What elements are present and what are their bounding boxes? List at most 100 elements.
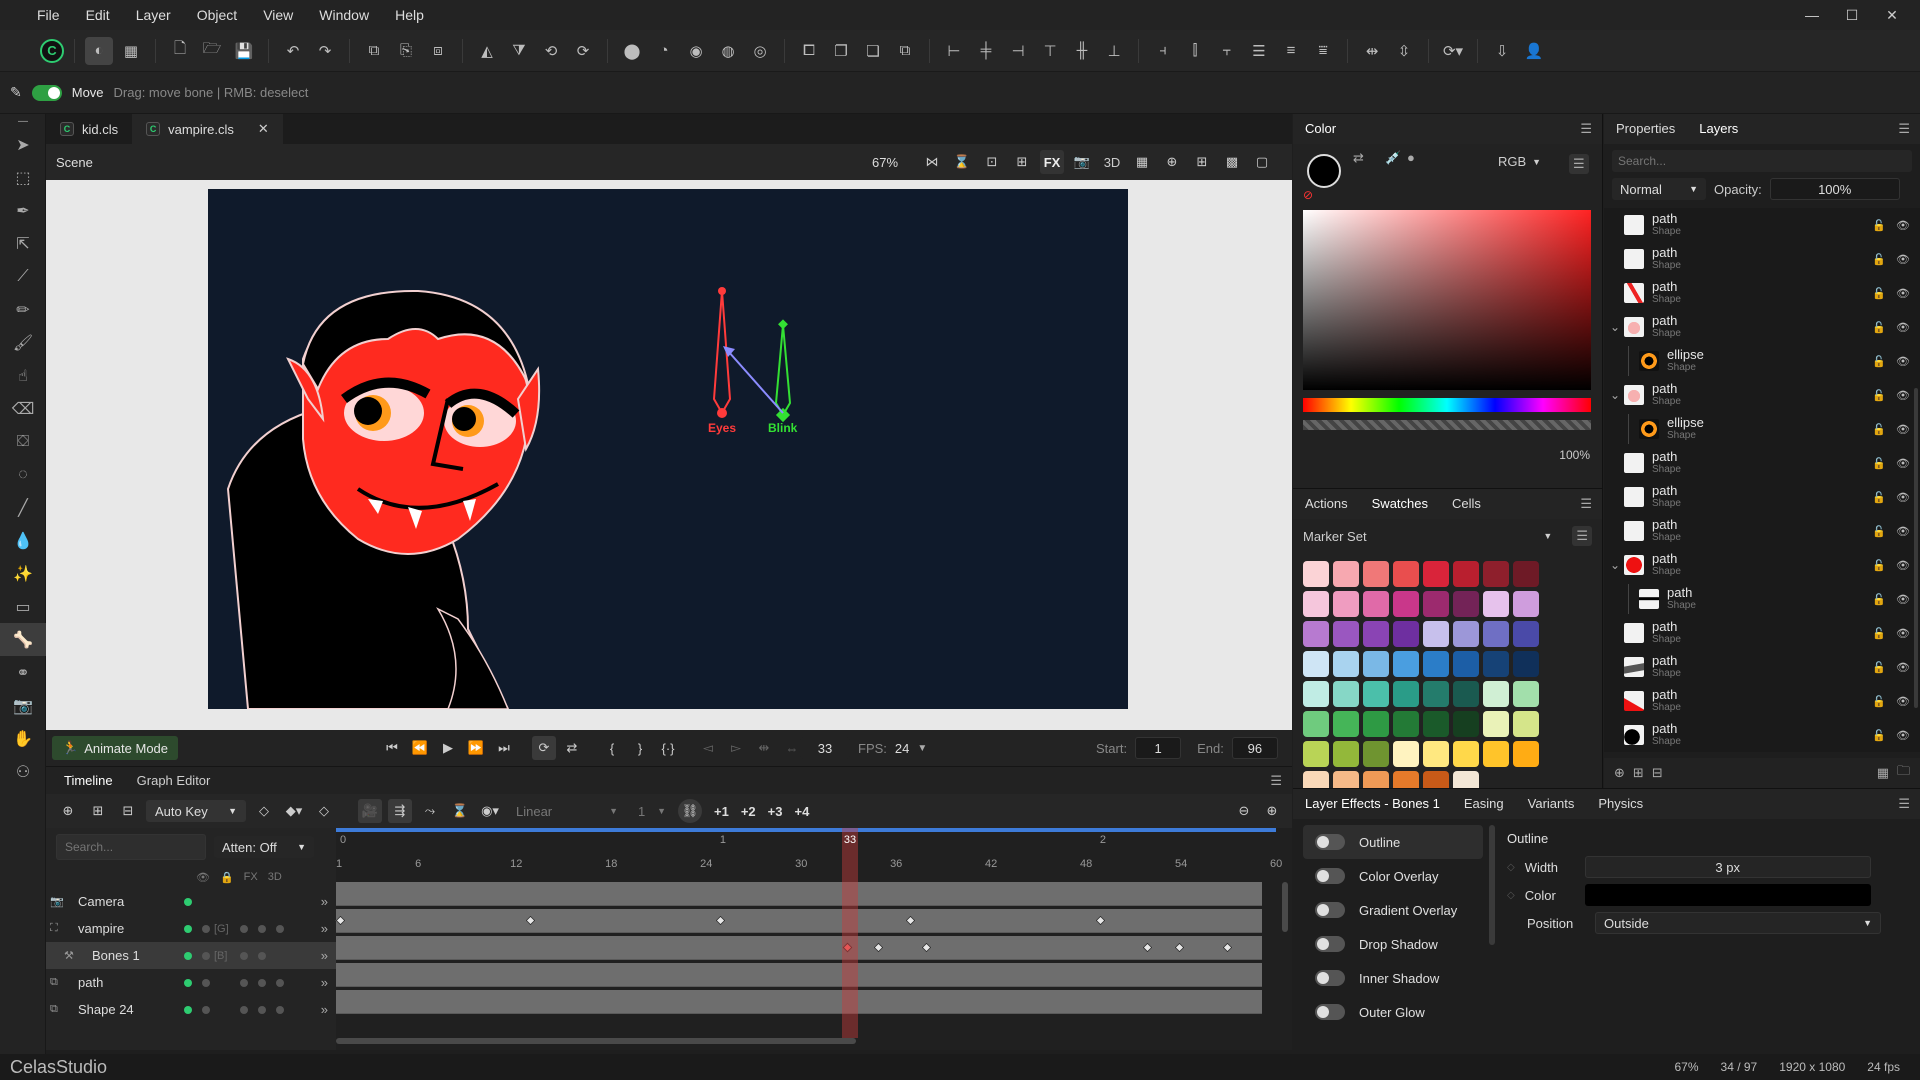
timeline-layer-row[interactable]: ⧉ path » [46, 969, 336, 996]
color-swatch[interactable] [1303, 711, 1329, 737]
plus-1-button[interactable]: +1 [714, 804, 729, 819]
color-swatch[interactable] [1513, 591, 1539, 617]
copy-icon[interactable]: ⧉ [360, 37, 388, 65]
arrange-back-icon[interactable]: ⧉ [891, 37, 919, 65]
lock-dot[interactable] [202, 924, 210, 933]
zoom-field[interactable]: 67% [856, 151, 914, 173]
color-swatch[interactable] [1393, 561, 1419, 587]
visibility-dot[interactable] [184, 924, 192, 933]
lock-icon[interactable]: 🔓 [1872, 661, 1886, 674]
lock-icon[interactable]: 🔓 [1872, 287, 1886, 300]
effect-toggle[interactable] [1315, 834, 1345, 850]
distribute-right-icon[interactable]: ⫟ [1213, 37, 1241, 65]
plus-3-button[interactable]: +3 [768, 804, 783, 819]
expand-chevron-icon[interactable]: » [321, 921, 328, 936]
subselect-tool-icon[interactable]: ⇱ [0, 227, 46, 260]
smudge-tool-icon[interactable]: ☝ [0, 359, 46, 392]
keyframe[interactable] [1095, 915, 1106, 926]
keyframe[interactable] [525, 915, 536, 926]
lock-icon[interactable]: 🔓 [1872, 695, 1886, 708]
eye-icon[interactable]: 👁 [1896, 695, 1910, 708]
color-key-icon[interactable]: ◇ [1507, 890, 1515, 901]
color-swatch[interactable] [1423, 681, 1449, 707]
timeline-search-input[interactable] [56, 834, 206, 860]
fx-toggle[interactable]: FX [1040, 150, 1064, 174]
fx-dot[interactable] [240, 978, 248, 987]
extra-dot[interactable] [276, 1005, 284, 1014]
rotate-left-icon[interactable]: ⟲ [537, 37, 565, 65]
keyframe[interactable] [905, 915, 916, 926]
layer-panel-row[interactable]: path Shape 🔓 👁 [1604, 616, 1920, 650]
bind-tool-icon[interactable]: ⚭ [0, 656, 46, 689]
brush-tool-icon[interactable]: 🖌 [0, 326, 46, 359]
lock-dot[interactable] [202, 978, 210, 987]
lock-icon[interactable]: 🔓 [1872, 729, 1886, 742]
color-swatch[interactable] [1363, 621, 1389, 647]
layer-panel-row[interactable]: path Shape 🔓 👁 [1604, 718, 1920, 752]
lock-dot[interactable] [202, 951, 210, 960]
effect-toggle[interactable] [1315, 1004, 1345, 1020]
paste-icon[interactable]: ⎘ [392, 37, 420, 65]
color-swatch[interactable] [1393, 741, 1419, 767]
close-window-button[interactable]: ✕ [1872, 0, 1912, 30]
color-swatch[interactable] [1363, 741, 1389, 767]
lock-icon[interactable]: 🔓 [1872, 457, 1886, 470]
expand-caret-icon[interactable]: ⌄ [1610, 320, 1624, 334]
color-swatch[interactable] [1513, 741, 1539, 767]
onion-tl-icon[interactable]: ◉▾ [478, 799, 502, 823]
add-folder-icon[interactable]: ⊞ [86, 799, 110, 823]
swatches-menu-icon[interactable]: ☰ [1580, 496, 1592, 512]
pointer-tool-icon[interactable]: ➤ [0, 128, 46, 161]
canvas-area[interactable]: Eyes Blink [46, 180, 1292, 730]
alpha-slider[interactable] [1303, 420, 1591, 430]
shape-divide-icon[interactable]: ◎ [746, 37, 774, 65]
tab-layers[interactable]: Layers [1687, 114, 1750, 144]
tab-layer-effects[interactable]: Layer Effects - Bones 1 [1293, 789, 1452, 819]
outline-color-swatch[interactable] [1584, 884, 1871, 906]
fx-dot[interactable] [240, 924, 248, 933]
lock-icon[interactable]: 🔓 [1872, 389, 1886, 402]
color-swatch[interactable] [1333, 591, 1359, 617]
color-swatch[interactable] [1393, 651, 1419, 677]
color-swatch[interactable] [1453, 651, 1479, 677]
layers-menu-icon[interactable]: ☰ [1898, 121, 1910, 137]
layer-panel-row[interactable]: path Shape 🔓 👁 [1604, 480, 1920, 514]
knife-tool-icon[interactable]: ⟋ [0, 260, 46, 293]
keyframe[interactable] [1222, 942, 1232, 953]
color-swatch[interactable] [1363, 651, 1389, 677]
tab-vampire[interactable]: C vampire.cls ✕ [132, 114, 283, 144]
eye-icon[interactable]: 👁 [1896, 355, 1910, 368]
3d-dot[interactable] [258, 978, 266, 987]
color-swatch[interactable] [1333, 711, 1359, 737]
layer-panel-row[interactable]: path Shape 🔓 👁 [1604, 514, 1920, 548]
color-swatch[interactable] [1363, 681, 1389, 707]
color-swatch[interactable] [1483, 621, 1509, 647]
hourglass-tl-icon[interactable]: ⌛ [448, 799, 472, 823]
attenuation-dropdown[interactable]: Atten: Off ▼ [214, 836, 314, 858]
visibility-dot[interactable] [184, 951, 192, 960]
minimize-button[interactable]: — [1792, 0, 1832, 30]
grid-2-icon[interactable]: ⊞ [1190, 150, 1214, 174]
color-swatch[interactable] [1483, 561, 1509, 587]
eye-icon[interactable]: 👁 [1896, 253, 1910, 266]
menu-view[interactable]: View [250, 0, 306, 30]
effect-row[interactable]: Outline [1303, 825, 1483, 859]
export-icon[interactable]: ⇩ [1488, 37, 1516, 65]
distribute-left-icon[interactable]: ⫞ [1149, 37, 1177, 65]
timeline-vscrollbar[interactable] [1282, 882, 1288, 932]
eye-icon[interactable]: 👁 [1896, 491, 1910, 504]
align-left-icon[interactable]: ⊢ [940, 37, 968, 65]
menu-layer[interactable]: Layer [123, 0, 184, 30]
fill-color-swatch[interactable] [1307, 154, 1341, 188]
record-camera-icon[interactable]: 🎥 [358, 799, 382, 823]
puppet-tool-icon[interactable]: ⚇ [0, 755, 46, 788]
timeline-layer-row[interactable]: ⛶ vampire [G] » [46, 915, 336, 942]
eye-icon[interactable]: 👁 [1896, 627, 1910, 640]
grid-3-icon[interactable]: ▩ [1220, 150, 1244, 174]
align-right-icon[interactable]: ⊣ [1004, 37, 1032, 65]
timeline-track[interactable] [336, 963, 1262, 987]
blend-mode-dropdown[interactable]: Normal ▼ [1612, 178, 1706, 200]
animate-mode-button[interactable]: 🏃 Animate Mode [52, 736, 179, 760]
color-swatch[interactable] [1453, 681, 1479, 707]
layer-panel-row[interactable]: ellipse Shape 🔓 👁 [1604, 344, 1920, 378]
